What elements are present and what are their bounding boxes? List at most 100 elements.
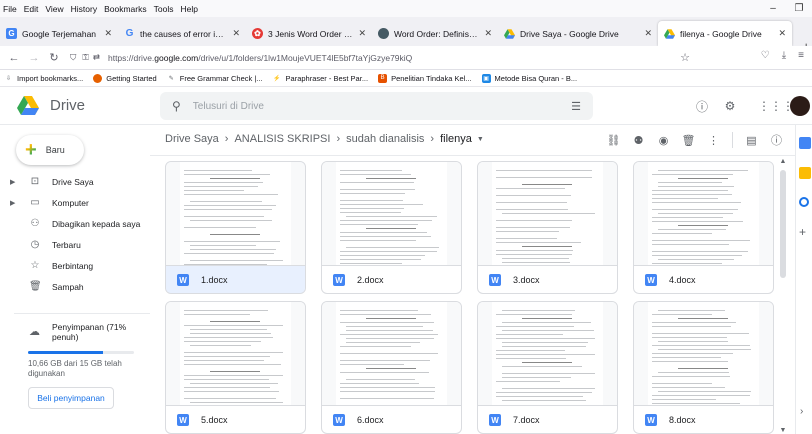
search-input[interactable] [192, 100, 523, 112]
share-person-icon[interactable]: ⚉ [626, 134, 651, 147]
download-icon[interactable]: ⤓ [782, 50, 786, 61]
file-card[interactable]: W 6.docx [321, 301, 462, 434]
file-card[interactable]: W 3.docx [477, 161, 618, 294]
text-line [652, 209, 738, 210]
keep-icon[interactable] [799, 167, 811, 179]
link-icon[interactable]: ⛓ [601, 134, 626, 147]
bookmark-penelitian[interactable]: B Penelitian Tindaka Kel... [378, 73, 472, 83]
file-card[interactable]: W 2.docx [321, 161, 462, 294]
bookmark-grammar-check[interactable]: ✎ Free Grammar Check |... [167, 74, 263, 83]
buy-storage-button[interactable]: Beli penyimpanan [28, 387, 114, 409]
search-options-icon[interactable]: ☰ [571, 100, 581, 113]
scrollbar-thumb[interactable] [780, 170, 786, 278]
sidebar-item-komputer[interactable]: ▶ ▭ Komputer [0, 192, 150, 213]
file-card[interactable]: W 1.docx [165, 161, 306, 294]
add-addon-icon[interactable]: + [799, 225, 806, 239]
sidebar-item-trash[interactable]: 🗑 Sampah [0, 276, 150, 297]
scroll-up-icon[interactable]: ▲ [778, 158, 788, 165]
close-icon[interactable]: ✕ [778, 28, 786, 39]
file-card[interactable]: W 5.docx [165, 301, 306, 434]
bookmark-metode-quran[interactable]: ▣ Metode Bisa Quran - B... [481, 73, 577, 83]
bookmark-paraphraser[interactable]: ⚡ Paraphraser - Best Par... [273, 74, 368, 83]
breadcrumb-sudah-dianalisis[interactable]: sudah dianalisis [346, 133, 424, 145]
text-line [340, 263, 402, 264]
tab-jenis-word-order[interactable]: ✿ 3 Jenis Word Order untuk Kalin ✕ [246, 21, 372, 46]
main-scrollbar[interactable]: ▲ ▼ [778, 158, 788, 434]
close-icon[interactable]: ✕ [104, 28, 112, 39]
more-vert-icon[interactable]: ⋮ [701, 134, 726, 147]
drive-title[interactable]: Drive [50, 97, 85, 114]
bookmark-getting-started[interactable]: Getting Started [93, 73, 157, 83]
tab-drive-saya[interactable]: Drive Saya - Google Drive ✕ [498, 21, 658, 46]
breadcrumb-analisis-skripsi[interactable]: ANALISIS SKRIPSI [234, 133, 330, 145]
file-card-footer: W 3.docx [478, 266, 617, 293]
menu-icon[interactable]: ≡ [798, 50, 804, 61]
help-icon[interactable]: ⓘ [688, 98, 716, 115]
url-bar[interactable]: ⛉ ⚿ ⇄ https://drive.google.com/drive/u/1… [70, 48, 700, 67]
menu-file[interactable]: File [3, 4, 17, 14]
info-icon[interactable]: ⓘ [764, 132, 789, 148]
avatar[interactable] [790, 96, 810, 116]
restore-icon[interactable]: ❐ [786, 0, 812, 17]
document-page-preview [648, 302, 759, 405]
search-icon[interactable]: ⚲ [172, 99, 181, 113]
word-doc-icon: W [177, 274, 189, 286]
text-line [190, 329, 267, 330]
tasks-icon[interactable] [799, 197, 809, 207]
breadcrumb-drive-saya[interactable]: Drive Saya [165, 133, 219, 145]
close-icon[interactable]: ✕ [358, 28, 366, 39]
breadcrumb-filenya[interactable]: filenya [440, 133, 472, 145]
expand-arrow-icon[interactable]: ▶ [10, 199, 15, 207]
close-icon[interactable]: ✕ [644, 28, 652, 39]
file-card[interactable]: W 8.docx [633, 301, 774, 434]
menu-history[interactable]: History [71, 4, 97, 14]
document-thumbnail [634, 302, 773, 406]
calendar-icon[interactable] [799, 137, 811, 149]
bookmark-import[interactable]: ⇩ Import bookmarks... [4, 74, 83, 83]
minimize-icon[interactable]: – [760, 0, 786, 17]
apps-grid-icon[interactable]: ⋮⋮⋮ [758, 99, 794, 113]
text-line [652, 322, 736, 323]
sidebar-item-recent[interactable]: ◷ Terbaru [0, 234, 150, 255]
chevron-right-icon[interactable]: › [800, 406, 803, 417]
text-line [340, 398, 434, 399]
pocket-icon[interactable]: ♡ [761, 50, 770, 61]
forward-icon[interactable]: → [24, 52, 44, 64]
text-line [340, 240, 416, 241]
list-view-icon[interactable]: ▤ [739, 134, 764, 147]
menu-edit[interactable]: Edit [24, 4, 39, 14]
close-icon[interactable]: ✕ [484, 28, 492, 39]
menu-tools[interactable]: Tools [154, 4, 174, 14]
text-line [210, 321, 260, 323]
menu-view[interactable]: View [45, 4, 63, 14]
sidebar-item-shared[interactable]: ⚇ Dibagikan kepada saya [0, 213, 150, 234]
text-line [346, 338, 434, 339]
sidebar-item-storage[interactable]: ☁ Penyimpanan (71% penuh) [0, 321, 150, 342]
tab-filenya[interactable]: filenya - Google Drive ✕ [658, 21, 792, 46]
tab-causes-of-error[interactable]: G the causes of error in writing ✕ [118, 21, 246, 46]
sidebar-item-drive-saya[interactable]: ▶ ⊡ Drive Saya [0, 171, 150, 192]
preview-eye-icon[interactable]: ◉ [651, 134, 676, 147]
new-button[interactable]: + Baru [16, 135, 84, 165]
expand-arrow-icon[interactable]: ▶ [10, 178, 15, 186]
file-card-footer: W 1.docx [166, 266, 305, 293]
text-line [658, 259, 734, 260]
file-card[interactable]: W 4.docx [633, 161, 774, 294]
text-line [184, 182, 263, 183]
text-line [340, 212, 401, 213]
scroll-down-icon[interactable]: ▼ [778, 427, 788, 434]
sidebar-item-starred[interactable]: ☆ Berbintang [0, 255, 150, 276]
bookmark-star-icon[interactable]: ☆ [680, 51, 690, 64]
file-card[interactable]: W 7.docx [477, 301, 618, 434]
trash-icon[interactable]: 🗑 [676, 134, 701, 147]
reload-icon[interactable]: ↻ [44, 51, 64, 64]
close-icon[interactable]: ✕ [232, 28, 240, 39]
tab-word-order-definisi[interactable]: Word Order: Definisi, Macam ✕ [372, 21, 498, 46]
menu-help[interactable]: Help [180, 4, 197, 14]
tab-google-translate[interactable]: G Google Terjemahan ✕ [0, 21, 118, 46]
back-icon[interactable]: ← [4, 52, 24, 64]
google-drive-logo-icon[interactable] [17, 96, 39, 115]
menu-bookmarks[interactable]: Bookmarks [104, 4, 147, 14]
chevron-down-icon[interactable]: ▼ [477, 136, 484, 143]
settings-icon[interactable]: ⚙ [716, 99, 744, 113]
